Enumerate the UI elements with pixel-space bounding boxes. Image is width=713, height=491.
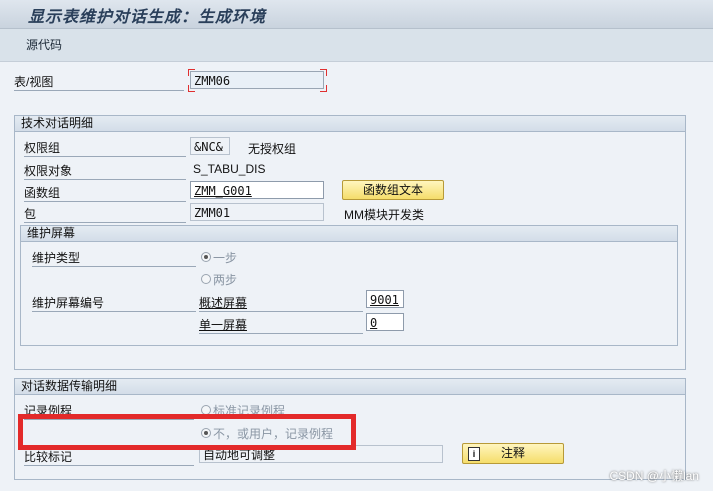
auth-object-value: S_TABU_DIS	[193, 162, 266, 176]
required-corner	[320, 85, 327, 92]
one-step-radio[interactable]	[201, 252, 211, 262]
function-group-text-button[interactable]: 函数组文本	[342, 180, 444, 200]
function-group-input[interactable]: ZMM_G001	[190, 181, 324, 199]
maintenance-screen-number-label: 维护屏幕编号	[32, 294, 196, 312]
source-code-button[interactable]: 源代码	[26, 36, 62, 53]
table-view-input[interactable]: ZMM06	[190, 71, 324, 89]
one-step-label: 一步	[213, 251, 238, 265]
package-description: MM模块开发类	[344, 208, 424, 222]
single-screen-input[interactable]: 0	[366, 313, 404, 331]
single-screen-label: 单一屏幕	[199, 316, 363, 334]
overview-screen-label: 概述屏幕	[199, 294, 363, 312]
required-corner	[188, 69, 195, 76]
red-highlight-box	[18, 414, 356, 450]
table-view-label: 表/视图	[14, 73, 184, 91]
auth-group-field[interactable]: &NC&	[190, 137, 230, 155]
function-group-label: 函数组	[24, 184, 186, 202]
required-corner	[320, 69, 327, 76]
title-bar: 显示表维护对话生成：生成环境	[0, 0, 713, 29]
technical-dialog-group-title: 技术对话明细	[15, 116, 685, 132]
auth-group-description: 无授权组	[248, 142, 297, 156]
transport-details-group-title: 对话数据传输明细	[15, 379, 685, 395]
application-toolbar: 源代码	[0, 29, 713, 62]
auth-group-label: 权限组	[24, 139, 186, 157]
maintenance-screen-group-title: 维护屏幕	[21, 226, 677, 242]
package-field[interactable]: ZMM01	[190, 203, 324, 221]
comment-button[interactable]: i 注释	[462, 443, 564, 464]
auth-object-label: 权限对象	[24, 162, 186, 180]
required-corner	[188, 85, 195, 92]
maintenance-type-label: 维护类型	[32, 249, 196, 267]
two-step-label: 两步	[213, 273, 238, 287]
overview-screen-input[interactable]: 9001	[366, 290, 404, 308]
window-title: 显示表维护对话生成：生成环境	[28, 7, 267, 26]
package-label: 包	[24, 205, 186, 223]
watermark: CSDN @小懒lan	[609, 469, 699, 483]
comment-button-label: 注释	[500, 446, 525, 460]
info-icon: i	[468, 447, 480, 461]
compare-flag-label: 比较标记	[24, 448, 194, 466]
two-step-radio[interactable]	[201, 274, 211, 284]
